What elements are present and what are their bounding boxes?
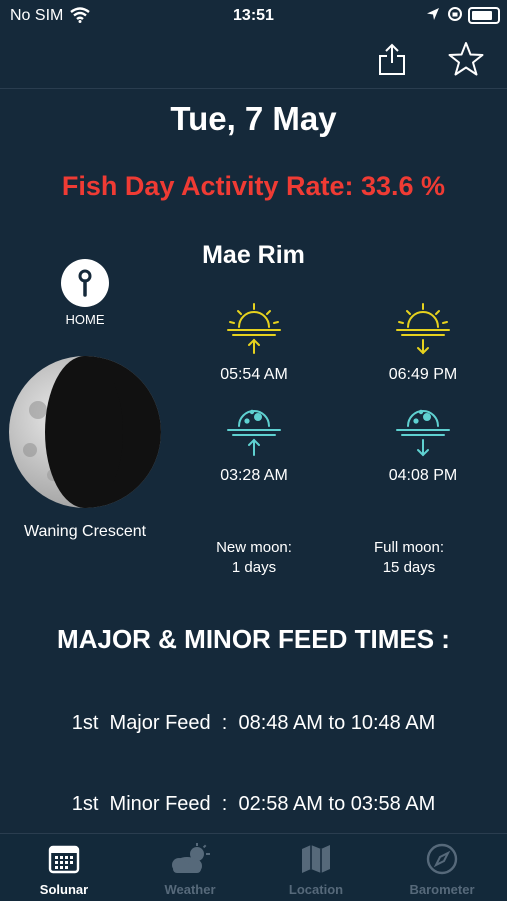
pin-icon	[78, 269, 92, 297]
tab-solunar[interactable]: Solunar	[1, 834, 127, 901]
new-moon-value: 1 days	[231, 559, 277, 576]
tab-location-label: Location	[288, 882, 344, 897]
sunset-icon	[396, 303, 450, 355]
share-icon[interactable]	[375, 42, 409, 76]
compass-icon	[426, 843, 458, 875]
full-moon-value: 15 days	[382, 559, 436, 576]
nav-bar	[0, 32, 507, 89]
sunset-time: 06:49 PM	[388, 366, 458, 383]
tab-weather[interactable]: Weather	[127, 834, 253, 901]
major-feed-row: 1st Major Feed : 08:48 AM to 10:48 AM	[71, 712, 436, 734]
new-moon-info: New moon: 1 days	[184, 538, 324, 578]
full-moon-info: Full moon: 15 days	[339, 538, 479, 578]
moonset-time: 04:08 PM	[388, 467, 458, 484]
new-moon-label: New moon:	[216, 539, 292, 556]
tab-bar: Solunar Weather Location Barometer	[0, 833, 507, 901]
calendar-icon	[48, 845, 80, 874]
moonset-icon	[396, 409, 450, 457]
location-arrow-icon	[427, 8, 439, 20]
tab-weather-label: Weather	[164, 882, 216, 897]
battery-icon	[468, 7, 500, 24]
moonrise-time: 03:28 AM	[220, 467, 288, 484]
favorite-star-icon[interactable]	[447, 40, 485, 78]
tab-barometer-label: Barometer	[409, 882, 475, 897]
home-label: HOME	[65, 312, 105, 327]
minor-feed-row: 1st Minor Feed : 02:58 AM to 03:58 AM	[71, 793, 436, 815]
tab-barometer[interactable]: Barometer	[379, 834, 505, 901]
date-title: Tue, 7 May	[170, 100, 337, 137]
status-bar: No SIM 13:51	[0, 0, 507, 32]
home-button[interactable]	[61, 259, 109, 307]
moon-phase-label: Waning Crescent	[23, 523, 147, 540]
moonrise-icon	[227, 409, 281, 456]
feed-times-title: MAJOR & MINOR FEED TIMES :	[57, 624, 450, 654]
map-icon	[302, 845, 330, 873]
sunrise-icon	[227, 303, 281, 354]
rotation-lock-icon	[448, 7, 462, 21]
sunrise-time: 05:54 AM	[220, 366, 288, 383]
full-moon-label: Full moon:	[373, 539, 445, 556]
tab-location[interactable]: Location	[253, 834, 379, 901]
activity-rate: Fish Day Activity Rate: 33.6 %	[61, 171, 446, 201]
weather-icon	[172, 843, 210, 873]
moon-phase-icon	[9, 356, 161, 508]
tab-solunar-label: Solunar	[39, 882, 89, 897]
